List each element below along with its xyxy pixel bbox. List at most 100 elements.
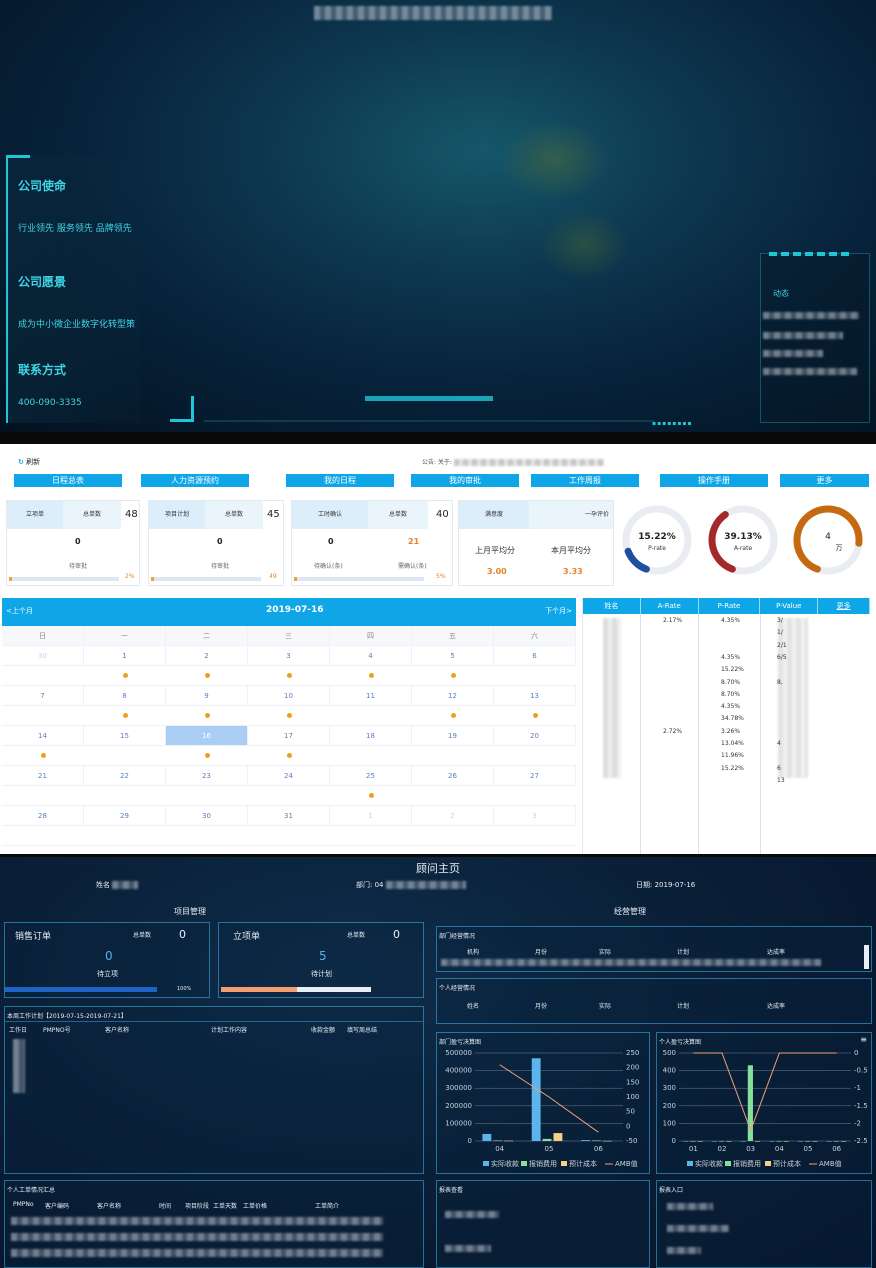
nav-my-schedule[interactable]: 我的日程 xyxy=(286,474,394,487)
event-dot[interactable] xyxy=(123,713,128,718)
calendar-day[interactable]: 15 xyxy=(84,726,166,746)
calendar-day[interactable]: 19 xyxy=(412,726,494,746)
more-link[interactable]: 更多 xyxy=(818,598,870,614)
approval-card[interactable]: 立项单 总单数 48 0 待审批 2% xyxy=(6,500,140,586)
event-dot[interactable] xyxy=(205,673,210,678)
event-dot[interactable] xyxy=(451,713,456,718)
calendar-day[interactable]: 8 xyxy=(84,686,166,706)
calendar-day[interactable]: 27 xyxy=(494,766,576,786)
scrollbar[interactable] xyxy=(864,945,869,969)
news-item[interactable] xyxy=(763,368,857,375)
dept-field: 部门: 04 xyxy=(356,880,466,890)
divider xyxy=(5,1021,423,1022)
calendar-day[interactable]: 16 xyxy=(166,726,248,746)
report-link[interactable] xyxy=(445,1245,491,1252)
p-rate-gauge: 15.22% P-rate xyxy=(622,505,692,575)
pager-dots[interactable]: ▪▪▪▪▪▪▪▪ xyxy=(652,420,693,427)
event-dot[interactable] xyxy=(287,673,292,678)
card-tab[interactable]: 项目计划 xyxy=(149,501,205,529)
card-tab[interactable]: 一孕评价 xyxy=(529,501,613,529)
table-row[interactable] xyxy=(11,1249,383,1257)
satisfaction-card[interactable]: 满意度 一孕评价 上月平均分 本月平均分 3.00 3.33 xyxy=(458,500,614,586)
calendar-day[interactable]: 26 xyxy=(412,766,494,786)
calendar-day[interactable]: 24 xyxy=(248,766,330,786)
nav-schedule-overview[interactable]: 日程总表 xyxy=(14,474,122,487)
calendar-day[interactable]: 21 xyxy=(2,766,84,786)
prev-month-button[interactable]: <上个月 xyxy=(6,606,33,616)
calendar-day[interactable]: 29 xyxy=(84,806,166,826)
calendar-day[interactable]: 6 xyxy=(494,646,576,666)
card-tab[interactable]: 总单数 xyxy=(368,501,428,529)
nav-manual[interactable]: 操作手册 xyxy=(660,474,768,487)
event-dot[interactable] xyxy=(287,753,292,758)
calendar-day[interactable]: 30 xyxy=(2,646,84,666)
bottom-line xyxy=(204,420,654,422)
sales-order-panel[interactable]: 销售订单 总单数 0 0 待立项 100% xyxy=(4,922,210,998)
card-tab[interactable]: 立项单 xyxy=(7,501,63,529)
report-link[interactable] xyxy=(445,1211,499,1218)
calendar-day[interactable]: 4 xyxy=(330,646,412,666)
card-tab[interactable]: 总单数 xyxy=(63,501,121,529)
calendar-day[interactable]: 12 xyxy=(412,686,494,706)
event-dot[interactable] xyxy=(533,713,538,718)
calendar-day[interactable]: 3 xyxy=(494,806,576,826)
event-dot[interactable] xyxy=(369,793,374,798)
calendar-day[interactable]: 23 xyxy=(166,766,248,786)
next-month-button[interactable]: 下个月> xyxy=(545,606,572,616)
event-dot[interactable] xyxy=(369,673,374,678)
news-item[interactable] xyxy=(763,350,823,357)
calendar-day[interactable]: 20 xyxy=(494,726,576,746)
report-link[interactable] xyxy=(667,1203,713,1210)
event-dot[interactable] xyxy=(205,713,210,718)
nav-hr-booking[interactable]: 人力资源预约 xyxy=(141,474,249,487)
news-item[interactable] xyxy=(763,312,859,319)
table-row[interactable] xyxy=(441,959,821,966)
confirm-count: 21 xyxy=(408,537,420,546)
notice-bar[interactable]: 公告: 关于: xyxy=(422,457,604,466)
calendar-day[interactable]: 17 xyxy=(248,726,330,746)
calendar-day[interactable]: 28 xyxy=(2,806,84,826)
card-tab[interactable]: 总单数 xyxy=(205,501,263,529)
calendar-day[interactable]: 5 xyxy=(412,646,494,666)
plan-card[interactable]: 项目计划 总单数 45 0 待审批 49 xyxy=(148,500,284,586)
calendar-day[interactable]: 10 xyxy=(248,686,330,706)
calendar-day[interactable]: 22 xyxy=(84,766,166,786)
refresh-button[interactable]: ↻ 刷新 xyxy=(18,457,40,467)
hours-card[interactable]: 工时确认 总单数 40 0 21 待确认(条) 需确认(条) 5% xyxy=(291,500,453,586)
event-dot[interactable] xyxy=(41,753,46,758)
calendar-day[interactable]: 11 xyxy=(330,686,412,706)
calendar-day[interactable]: 2 xyxy=(412,806,494,826)
approval-panel[interactable]: 立项单 总单数 0 5 待计划 xyxy=(218,922,424,998)
calendar-day[interactable]: 3 xyxy=(248,646,330,666)
calendar-day[interactable]: 13 xyxy=(494,686,576,706)
event-dot[interactable] xyxy=(287,713,292,718)
news-item[interactable] xyxy=(763,332,843,339)
legend-label: 实际收款 xyxy=(491,1159,519,1168)
card-tab[interactable]: 工时确认 xyxy=(292,501,368,529)
legend-label: 报销费用 xyxy=(733,1159,761,1168)
event-dot[interactable] xyxy=(205,753,210,758)
calendar-day[interactable]: 2 xyxy=(166,646,248,666)
nav-my-approval[interactable]: 我的审批 xyxy=(411,474,519,487)
y-tick-label: 300 xyxy=(663,1084,676,1092)
menu-icon[interactable]: ≡ xyxy=(860,1035,867,1044)
calendar-day[interactable]: 30 xyxy=(166,806,248,826)
nav-more[interactable]: 更多 xyxy=(780,474,869,487)
calendar-day[interactable]: 7 xyxy=(2,686,84,706)
calendar-day[interactable]: 1 xyxy=(84,646,166,666)
report-link[interactable] xyxy=(667,1225,729,1232)
nav-weekly-report[interactable]: 工作周报 xyxy=(531,474,639,487)
card-tab[interactable]: 满意度 xyxy=(459,501,529,529)
table-row[interactable] xyxy=(11,1217,383,1225)
table-row[interactable] xyxy=(11,1233,383,1241)
calendar-day[interactable]: 18 xyxy=(330,726,412,746)
report-link[interactable] xyxy=(667,1247,701,1254)
calendar-day[interactable]: 9 xyxy=(166,686,248,706)
calendar-day[interactable]: 31 xyxy=(248,806,330,826)
calendar-day[interactable]: 1 xyxy=(330,806,412,826)
event-dot[interactable] xyxy=(451,673,456,678)
calendar-day[interactable]: 14 xyxy=(2,726,84,746)
calendar-day[interactable]: 25 xyxy=(330,766,412,786)
weekly-plan-panel: 本周工作计划【2019-07-15-2019-07-21】 工作日 PMPNO号… xyxy=(4,1006,424,1174)
event-dot[interactable] xyxy=(123,673,128,678)
